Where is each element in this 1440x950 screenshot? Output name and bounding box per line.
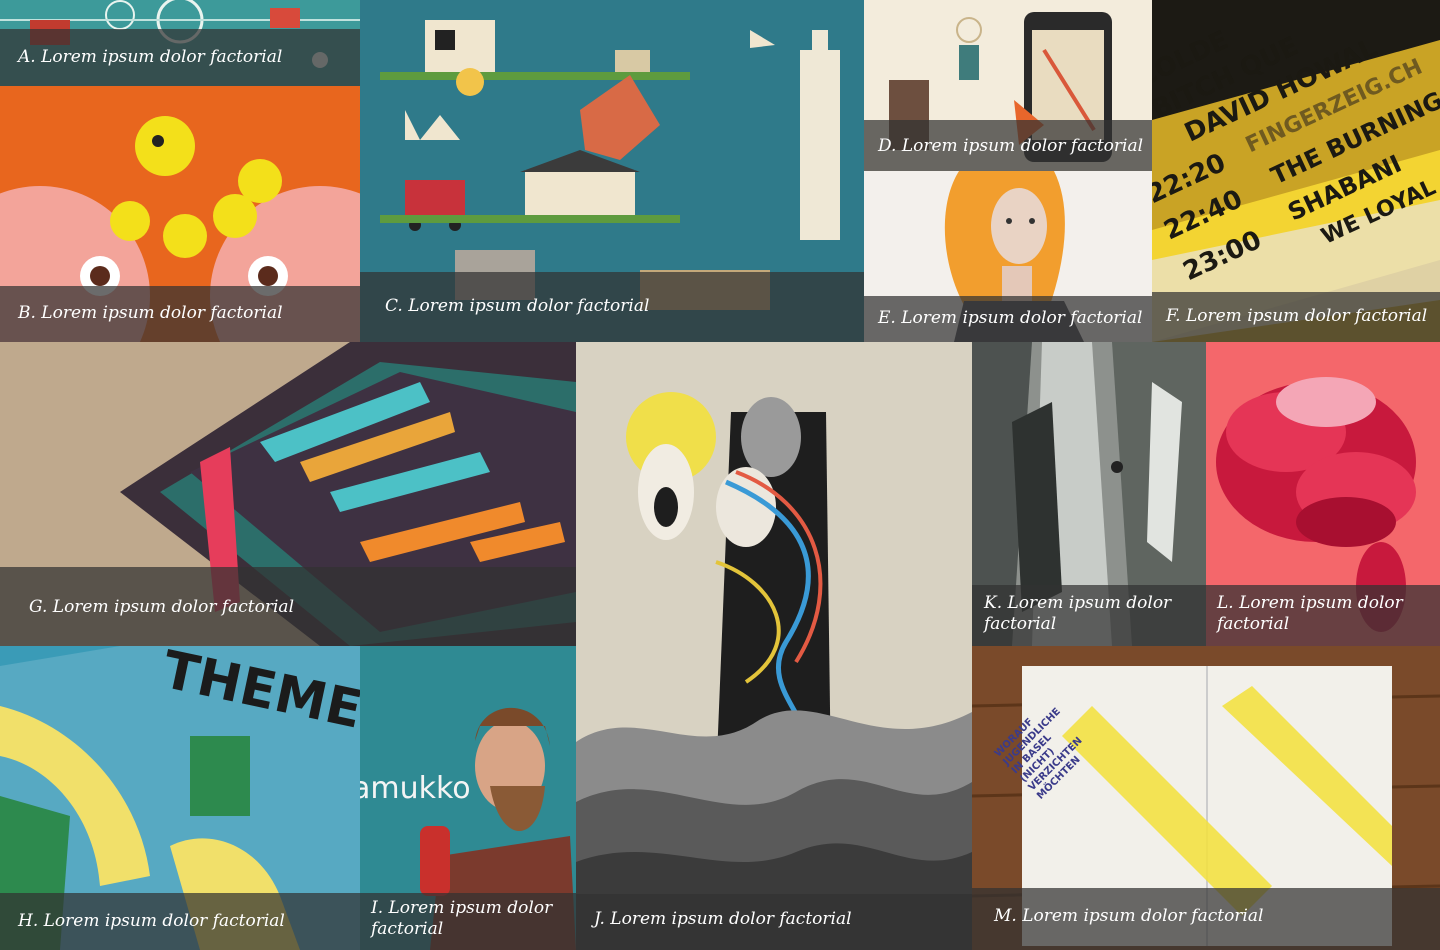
caption-text: E. Lorem ipsum dolor factorial [878,308,1143,328]
caption-text: C. Lorem ipsum dolor factorial [385,296,650,316]
gallery-tile-h[interactable]: THEME H. Lorem ipsum dolor factorial [0,646,360,950]
geisha-wave-illustration [576,392,972,950]
gallery-tile-a[interactable]: A. Lorem ipsum dolor factorial [0,0,360,86]
gallery-tile-j[interactable]: J. Lorem ipsum dolor factorial [576,342,972,950]
caption-text: K. Lorem ipsum dolor factorial [984,593,1172,634]
tile-caption: D. Lorem ipsum dolor factorial [864,120,1152,171]
tile-caption: H. Lorem ipsum dolor factorial [0,893,360,950]
gallery-tile-l[interactable]: L. Lorem ipsum dolor factorial [1206,342,1440,646]
caption-text: G. Lorem ipsum dolor factorial [29,597,295,617]
tile-caption: A. Lorem ipsum dolor factorial [0,29,360,86]
tile-caption: M. Lorem ipsum dolor factorial [972,888,1440,950]
gallery-tile-c[interactable]: C. Lorem ipsum dolor factorial [360,0,864,342]
tile-caption: K. Lorem ipsum dolor factorial [972,585,1206,646]
tile-caption: J. Lorem ipsum dolor factorial [576,894,972,950]
tile-caption: F. Lorem ipsum dolor factorial [1152,292,1440,342]
tile-caption: G. Lorem ipsum dolor factorial [0,567,576,646]
tile-caption: L. Lorem ipsum dolor factorial [1206,585,1440,646]
tile-caption: B. Lorem ipsum dolor factorial [0,286,360,342]
tile-caption: C. Lorem ipsum dolor factorial [360,272,864,342]
poster-photo: COLDE BITCH QUE DAVID HOWAL FINGERZEIG.C… [1152,25,1440,342]
caption-text: J. Lorem ipsum dolor factorial [594,909,852,929]
caption-text: M. Lorem ipsum dolor factorial [994,906,1264,926]
caption-text: I. Lorem ipsum dolor factorial [371,898,553,939]
caption-text: F. Lorem ipsum dolor factorial [1166,306,1428,326]
gallery-tile-m[interactable]: WORAUF JUGENDLICHE IN BASEL (NICHT) VERZ… [972,646,1440,950]
gallery-tile-d[interactable]: D. Lorem ipsum dolor factorial [864,0,1152,171]
brand-text: amukko [360,771,471,806]
caption-text: D. Lorem ipsum dolor factorial [878,136,1144,156]
caption-text: A. Lorem ipsum dolor factorial [18,47,283,67]
caption-text: L. Lorem ipsum dolor factorial [1217,593,1403,634]
tile-caption: E. Lorem ipsum dolor factorial [864,296,1152,342]
caption-text: H. Lorem ipsum dolor factorial [18,911,285,931]
gallery-tile-f[interactable]: COLDE BITCH QUE DAVID HOWAL FINGERZEIG.C… [1152,0,1440,342]
gallery-tile-b[interactable]: B. Lorem ipsum dolor factorial [0,86,360,342]
tile-caption: I. Lorem ipsum dolor factorial [360,893,576,950]
gallery-tile-e[interactable]: E. Lorem ipsum dolor factorial [864,171,1152,342]
gallery-tile-k[interactable]: K. Lorem ipsum dolor factorial [972,342,1206,646]
gallery-tile-i[interactable]: amukko I. Lorem ipsum dolor factorial [360,646,576,950]
tile-f-artwork: COLDE BITCH QUE DAVID HOWAL FINGERZEIG.C… [1152,0,1440,342]
gallery-tile-g[interactable]: G. Lorem ipsum dolor factorial [0,342,576,646]
caption-text: B. Lorem ipsum dolor factorial [18,303,283,323]
tile-j-artwork [576,342,972,950]
